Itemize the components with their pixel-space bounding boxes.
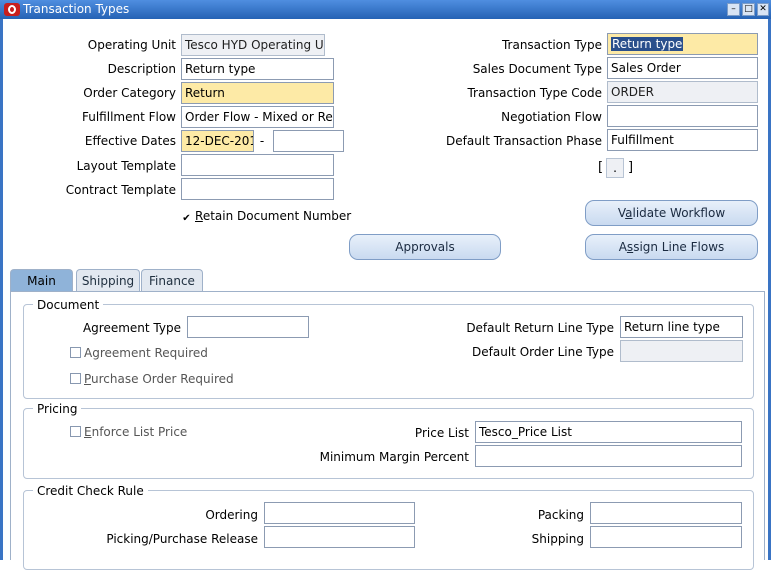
default-return-line-type-field[interactable]: Return line type [620, 316, 743, 338]
sales-document-type-label: Sales Document Type [472, 62, 602, 76]
transaction-type-field[interactable]: Return type [607, 33, 758, 55]
price-list-label: Price List [414, 426, 469, 440]
negotiation-flow-label: Negotiation Flow [501, 110, 602, 124]
window-title-bar[interactable]: Transaction Types – □ ✕ [0, 0, 771, 19]
picking-purchase-release-label: Picking/Purchase Release [106, 532, 258, 546]
purchase-order-required-checkbox[interactable]: Purchase Order Required [70, 370, 234, 388]
default-transaction-phase-label: Default Transaction Phase [446, 134, 602, 148]
description-label: Description [107, 62, 176, 76]
agreement-type-field[interactable] [187, 316, 309, 338]
pricing-group [23, 408, 754, 479]
operating-unit-label: Operating Unit [87, 38, 176, 52]
layout-template-field[interactable] [181, 154, 334, 176]
document-group-title: Document [33, 297, 104, 313]
minimum-margin-percent-field[interactable] [475, 445, 742, 467]
flex-bracket-close: ] [628, 160, 634, 175]
operating-unit-field[interactable]: Tesco HYD Operating U [181, 34, 325, 56]
packing-label: Packing [537, 508, 584, 522]
agreement-required-checkbox[interactable]: Agreement Required [70, 344, 208, 362]
enforce-list-price-checkbox[interactable]: Enforce List Price [70, 423, 187, 441]
default-transaction-phase-field[interactable]: Fulfillment [607, 129, 758, 151]
oracle-app-icon [4, 3, 20, 16]
picking-purchase-release-field[interactable] [264, 526, 415, 548]
agreement-type-label: Agreement Type [82, 321, 181, 335]
default-order-line-type-field[interactable] [620, 340, 743, 362]
default-return-line-type-label: Default Return Line Type [466, 321, 614, 335]
tab-shipping[interactable]: Shipping [76, 269, 140, 291]
window-title: Transaction Types [23, 2, 130, 16]
tab-main[interactable]: Main [10, 269, 73, 292]
credit-check-rule-group-title: Credit Check Rule [33, 483, 148, 499]
shipping-label: Shipping [531, 532, 584, 546]
transaction-type-code-label: Transaction Type Code [467, 86, 602, 100]
layout-template-label: Layout Template [76, 159, 176, 173]
effective-dates-label: Effective Dates [84, 134, 176, 148]
ordering-label: Ordering [205, 508, 258, 522]
negotiation-flow-field[interactable] [607, 105, 758, 127]
price-list-field[interactable]: Tesco_Price List [475, 421, 742, 443]
sales-document-type-field[interactable]: Sales Order [607, 57, 758, 79]
contract-template-field[interactable] [181, 178, 334, 200]
checkmark-icon: ✔ [181, 213, 192, 224]
assign-line-flows-button[interactable]: Assign Line Flows [585, 234, 758, 260]
tab-bar: Main Shipping Finance [10, 269, 761, 292]
descriptive-flexfield[interactable]: . [606, 158, 624, 178]
maximize-icon[interactable]: □ [742, 3, 755, 16]
transaction-type-code-field[interactable]: ORDER [607, 81, 758, 103]
close-icon[interactable]: ✕ [757, 3, 769, 16]
effective-date-from-field[interactable]: 12-DEC-201 [181, 130, 254, 152]
default-order-line-type-label: Default Order Line Type [472, 345, 614, 359]
pricing-group-title: Pricing [33, 401, 82, 417]
fulfillment-flow-field[interactable]: Order Flow - Mixed or Ret [181, 106, 334, 128]
contract-template-label: Contract Template [65, 183, 176, 197]
packing-field[interactable] [590, 502, 742, 524]
effective-date-to-field[interactable] [273, 130, 344, 152]
approvals-button[interactable]: Approvals [349, 234, 501, 260]
transaction-type-label: Transaction Type [501, 38, 602, 52]
fulfillment-flow-label: Fulfillment Flow [81, 110, 176, 124]
order-category-field[interactable]: Return [181, 82, 334, 104]
retain-document-number-checkbox[interactable]: ✔ Retain Document Number [181, 207, 351, 225]
minimum-margin-percent-label: Minimum Margin Percent [319, 450, 469, 464]
validate-workflow-button[interactable]: Validate Workflow [585, 200, 758, 226]
date-range-separator: - [259, 134, 265, 148]
order-category-label: Order Category [83, 86, 176, 100]
minimize-icon[interactable]: – [727, 3, 740, 16]
tab-finance[interactable]: Finance [141, 269, 203, 291]
flex-bracket-open: [ [598, 160, 604, 175]
ordering-field[interactable] [264, 502, 415, 524]
description-field[interactable]: Return type [181, 58, 334, 80]
shipping-field[interactable] [590, 526, 742, 548]
